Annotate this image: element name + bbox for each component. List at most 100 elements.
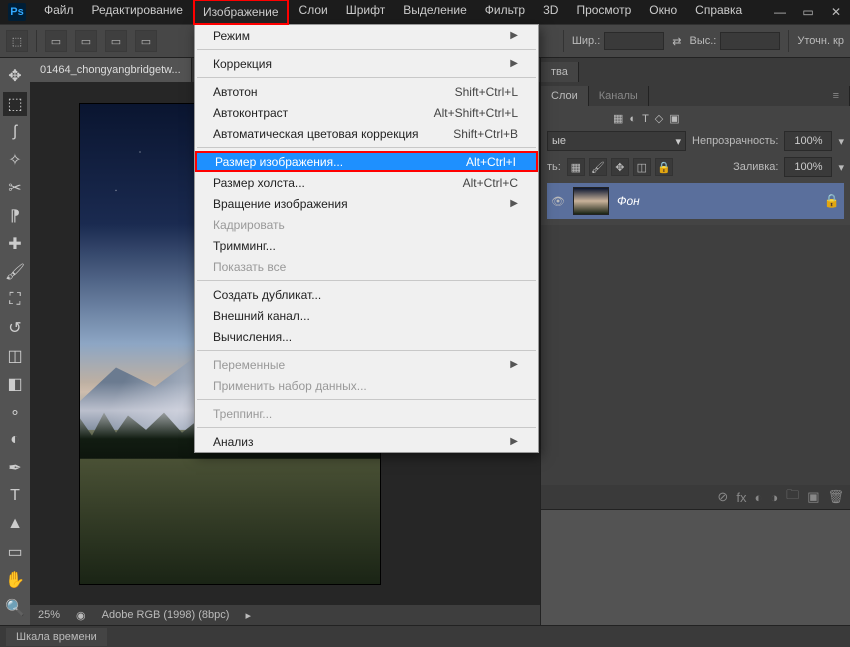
eyedropper-tool[interactable]: ⁋ xyxy=(3,204,27,228)
zoom-tool[interactable]: 🔍 xyxy=(3,596,27,620)
crop-tool[interactable]: ✂ xyxy=(3,176,27,200)
menu-item[interactable]: Тримминг... xyxy=(195,235,538,256)
chevron-right-icon[interactable]: ▸ xyxy=(245,609,251,622)
menu-item-шрифт[interactable]: Шрифт xyxy=(338,0,393,25)
magic-wand-tool[interactable]: ✧ xyxy=(3,148,27,172)
type-tool[interactable]: T xyxy=(3,484,27,508)
lock-position-icon[interactable]: ✥ xyxy=(611,158,629,176)
add-selection-icon[interactable]: ▭ xyxy=(75,30,97,52)
intersect-selection-icon[interactable]: ▭ xyxy=(135,30,157,52)
lock-image-icon[interactable]: 🖌 xyxy=(589,158,607,176)
document-tab[interactable]: 01464_chongyangbridgetw... xyxy=(30,58,192,82)
channels-tab[interactable]: Каналы xyxy=(589,86,649,106)
menu-item[interactable]: Размер холста...Alt+Ctrl+C xyxy=(195,172,538,193)
menu-item-изображение[interactable]: Изображение xyxy=(193,0,289,25)
filter-type-icon[interactable]: T xyxy=(642,113,649,125)
new-selection-icon[interactable]: ▭ xyxy=(45,30,67,52)
gradient-tool[interactable]: ◧ xyxy=(3,372,27,396)
layer-mask-icon[interactable]: ◐ xyxy=(754,490,762,505)
blend-mode-select[interactable]: ые▾ xyxy=(547,131,686,151)
minimize-button[interactable]: — xyxy=(766,1,794,23)
maximize-button[interactable]: ▭ xyxy=(794,1,822,23)
menu-item[interactable]: Автоматическая цветовая коррекцияShift+C… xyxy=(195,123,538,144)
menu-item-окно[interactable]: Окно xyxy=(641,0,685,25)
zoom-level[interactable]: 25% xyxy=(38,609,60,621)
subtract-selection-icon[interactable]: ▭ xyxy=(105,30,127,52)
properties-tab[interactable]: тва xyxy=(541,62,579,82)
menu-item-label: Автоконтраст xyxy=(213,106,288,120)
menu-item-3d[interactable]: 3D xyxy=(535,0,566,25)
stamp-tool[interactable]: ⛶ xyxy=(3,288,27,312)
info-icon[interactable]: ◉ xyxy=(76,609,86,622)
lock-icon[interactable]: 🔒 xyxy=(824,193,840,209)
swap-icon[interactable]: ⇄ xyxy=(672,35,681,48)
fill-value[interactable]: 100% xyxy=(784,157,832,177)
lasso-tool[interactable]: ʃ xyxy=(3,120,27,144)
new-adjustment-icon[interactable]: ◑ xyxy=(770,490,778,505)
menu-item-слои[interactable]: Слои xyxy=(291,0,336,25)
healing-brush-tool[interactable]: ✚ xyxy=(3,232,27,256)
panel-menu-icon[interactable]: ≡ xyxy=(823,86,850,106)
chevron-down-icon[interactable]: ▾ xyxy=(838,161,844,174)
menu-item[interactable]: Вычисления... xyxy=(195,326,538,347)
path-selection-tool[interactable]: ▲ xyxy=(3,512,27,536)
dodge-tool[interactable]: ◐ xyxy=(3,428,27,452)
menu-item[interactable]: АвтотонShift+Ctrl+L xyxy=(195,81,538,102)
rectangle-tool[interactable]: ▭ xyxy=(3,540,27,564)
lock-all-icon[interactable]: 🔒 xyxy=(655,158,673,176)
filter-pixel-icon[interactable]: ▦ xyxy=(613,112,623,125)
marquee-tool-preset[interactable]: ⬚ xyxy=(6,30,28,52)
link-layers-icon[interactable]: ⊘ xyxy=(717,489,728,505)
delete-layer-icon[interactable]: 🗑 xyxy=(827,489,844,505)
lock-artboard-icon[interactable]: ◫ xyxy=(633,158,651,176)
refine-edge-label[interactable]: Уточн. кр xyxy=(797,35,844,47)
eraser-tool[interactable]: ◫ xyxy=(3,344,27,368)
move-tool[interactable]: ✥ xyxy=(3,64,27,88)
layer-name-label[interactable]: Фон xyxy=(617,194,640,208)
width-field: Шир.: xyxy=(572,32,664,50)
filter-smart-icon[interactable]: ▣ xyxy=(669,112,679,125)
visibility-icon[interactable]: 👁 xyxy=(551,195,565,208)
menu-item-редактирование[interactable]: Редактирование xyxy=(84,0,191,25)
window-controls: — ▭ ✕ xyxy=(766,1,850,23)
hand-tool[interactable]: ✋ xyxy=(3,568,27,592)
menu-item: Переменные▶ xyxy=(195,354,538,375)
new-layer-icon[interactable]: ▣ xyxy=(807,489,819,505)
menu-item[interactable]: Режим▶ xyxy=(195,25,538,46)
submenu-arrow-icon: ▶ xyxy=(510,436,518,447)
menu-item-файл[interactable]: Файл xyxy=(36,0,82,25)
layer-row-background[interactable]: 👁 Фон 🔒 xyxy=(547,183,844,219)
menu-item-фильтр[interactable]: Фильтр xyxy=(477,0,533,25)
menu-item[interactable]: Создать дубликат... xyxy=(195,284,538,305)
menu-item-справка[interactable]: Справка xyxy=(687,0,750,25)
menu-item[interactable]: Анализ▶ xyxy=(195,431,538,452)
height-input[interactable] xyxy=(720,32,780,50)
menu-item-label: Создать дубликат... xyxy=(213,288,321,302)
brush-tool[interactable]: 🖌 xyxy=(3,260,27,284)
menu-item[interactable]: Размер изображения...Alt+Ctrl+I xyxy=(195,151,538,172)
blur-tool[interactable]: ∘ xyxy=(3,400,27,424)
history-brush-tool[interactable]: ↺ xyxy=(3,316,27,340)
menu-item-label: Вычисления... xyxy=(213,330,292,344)
menu-item[interactable]: Внешний канал... xyxy=(195,305,538,326)
width-input[interactable] xyxy=(604,32,664,50)
menu-item[interactable]: АвтоконтрастAlt+Shift+Ctrl+L xyxy=(195,102,538,123)
layer-thumbnail[interactable] xyxy=(573,187,609,215)
pen-tool[interactable]: ✒ xyxy=(3,456,27,480)
opacity-value[interactable]: 100% xyxy=(784,131,832,151)
menu-item-выделение[interactable]: Выделение xyxy=(395,0,475,25)
filter-adjust-icon[interactable]: ◐ xyxy=(629,113,636,125)
layers-tab[interactable]: Слои xyxy=(541,86,589,106)
marquee-tool[interactable]: ⬚ xyxy=(3,92,27,116)
menu-item-просмотр[interactable]: Просмотр xyxy=(568,0,639,25)
menu-item[interactable]: Коррекция▶ xyxy=(195,53,538,74)
chevron-down-icon[interactable]: ▾ xyxy=(838,135,844,148)
menu-item[interactable]: Вращение изображения▶ xyxy=(195,193,538,214)
layer-style-icon[interactable]: fx xyxy=(736,490,746,505)
lock-transparency-icon[interactable]: ▦ xyxy=(567,158,585,176)
main-menu-bar: ФайлРедактированиеИзображениеСлоиШрифтВы… xyxy=(36,0,750,25)
new-group-icon[interactable]: 🗀 xyxy=(786,486,799,508)
filter-shape-icon[interactable]: ◇ xyxy=(655,112,663,125)
timeline-tab[interactable]: Шкала времени xyxy=(6,628,107,646)
close-button[interactable]: ✕ xyxy=(822,1,850,23)
